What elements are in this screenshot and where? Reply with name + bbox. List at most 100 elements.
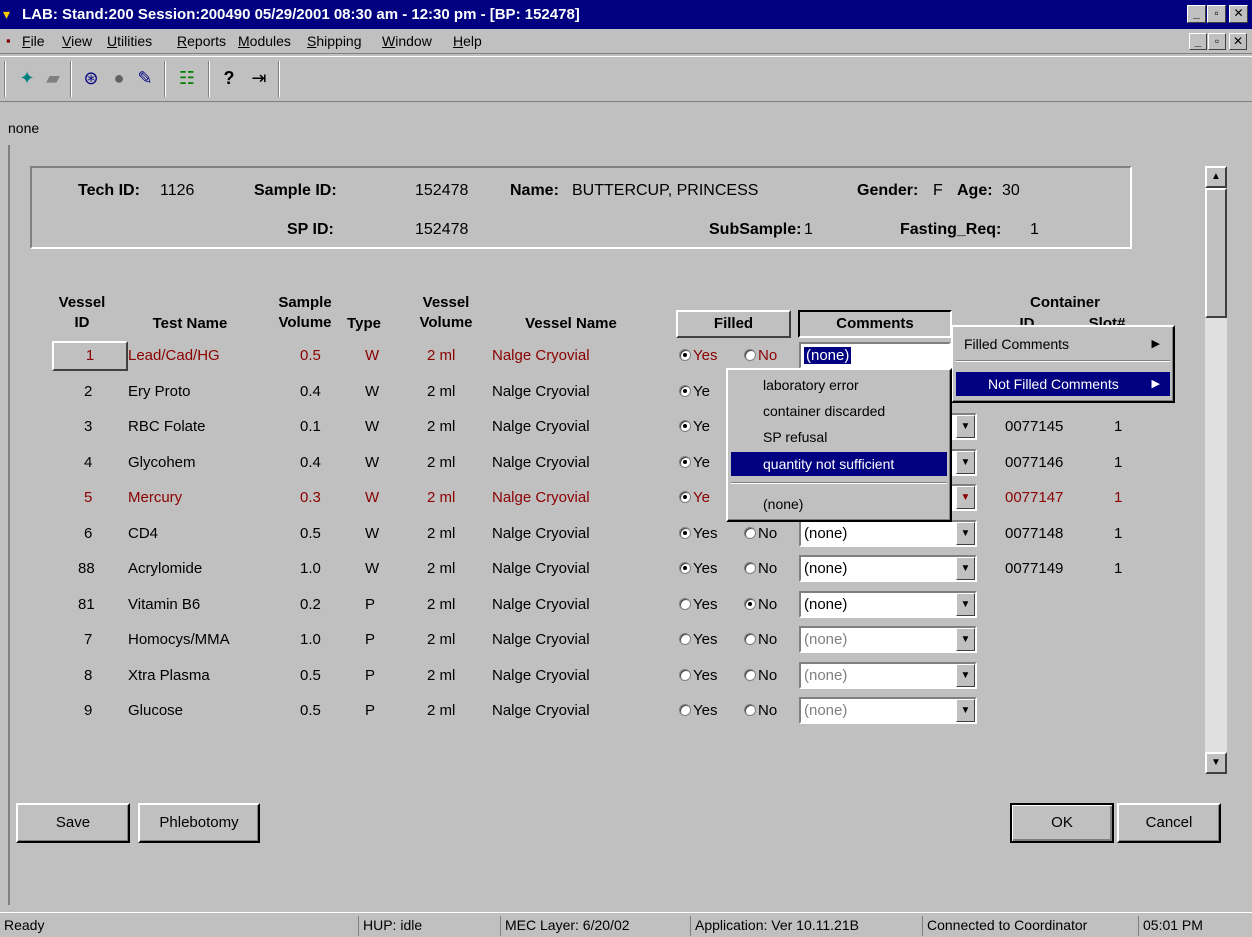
comments-value: (none) — [804, 347, 852, 364]
comments-dropdown[interactable]: (none) ▼ — [799, 590, 977, 618]
no-label: No — [758, 702, 778, 719]
table-row[interactable]: 5 Mercury 0.3 W 2 ml Nalge Cryovial Ye ▼ 0077147… — [50, 481, 1160, 516]
filled-yes-radio[interactable]: Yes — [679, 667, 717, 684]
table-row[interactable]: 81 Vitamin B6 0.2 P 2 ml Nalge Cryovial Yes No (… — [50, 588, 1160, 623]
close-button[interactable]: ✕ — [1229, 5, 1248, 23]
dropdown-arrow-icon[interactable]: ▼ — [956, 699, 975, 722]
filled-no-radio[interactable]: No — [744, 560, 777, 577]
mdi-restore-button[interactable]: ▫ — [1208, 33, 1226, 50]
yes-label: Yes — [693, 347, 718, 364]
mdi-minimize-button[interactable]: _ — [1189, 33, 1207, 50]
comments-dropdown[interactable]: (none) ▼ — [799, 661, 977, 689]
comments-dropdown[interactable]: (none) — [799, 342, 951, 369]
scroll-up-button[interactable]: ▲ — [1205, 166, 1227, 188]
dropdown-arrow-icon[interactable]: ▼ — [956, 628, 975, 651]
filled-yes-radio[interactable]: Ye — [679, 383, 710, 400]
dropdown-arrow-icon[interactable]: ▼ — [956, 521, 975, 545]
container-id: 0077148 — [1005, 524, 1064, 542]
help-icon[interactable]: ? — [216, 65, 242, 91]
table-row[interactable]: 88 Acrylomide 1.0 W 2 ml Nalge Cryovial Yes No (… — [50, 552, 1160, 587]
filled-yes-radio[interactable]: Ye — [679, 454, 710, 471]
table-row[interactable]: 8 Xtra Plasma 0.5 P 2 ml Nalge Cryovial Yes No (… — [50, 659, 1160, 694]
menu-not-filled-comments[interactable]: Not Filled Comments ▶ — [956, 372, 1170, 396]
menu-filled-comments[interactable]: Filled Comments ▶ — [956, 332, 1170, 356]
submenu-item-none[interactable]: (none) — [731, 492, 947, 516]
filled-no-radio[interactable]: No — [744, 667, 777, 684]
filled-no-radio[interactable]: No — [744, 596, 777, 613]
cancel-button[interactable]: Cancel — [1117, 803, 1221, 843]
open-icon[interactable]: ▰ — [40, 65, 66, 91]
filled-yes-radio[interactable]: Yes — [679, 596, 717, 613]
vessel-name: Nalge Cryovial — [492, 418, 590, 435]
menu-modules[interactable]: Modules — [238, 33, 291, 49]
scroll-down-button[interactable]: ▼ — [1205, 752, 1227, 774]
menu-shipping[interactable]: Shipping — [307, 33, 362, 49]
dropdown-arrow-icon[interactable]: ▼ — [956, 557, 975, 580]
comments-dropdown[interactable]: (none) ▼ — [799, 626, 977, 653]
filled-no-radio[interactable]: No — [744, 347, 777, 364]
edit-icon[interactable]: ✎ — [132, 65, 158, 91]
menu-help[interactable]: Help — [453, 33, 482, 49]
table-row[interactable]: 3 RBC Folate 0.1 W 2 ml Nalge Cryovial Ye ▼ 0077… — [50, 410, 1160, 445]
filled-no-radio[interactable]: No — [744, 525, 777, 542]
yes-label: Ye — [693, 453, 710, 471]
filled-yes-radio[interactable]: Yes — [679, 560, 717, 577]
vessel-name: Nalge Cryovial — [492, 595, 590, 613]
vessel-id: 5 — [84, 489, 93, 506]
comments-column-button[interactable]: Comments — [798, 310, 952, 338]
filled-yes-radio[interactable]: Ye — [679, 418, 710, 435]
submenu-item-container-discarded[interactable]: container discarded — [731, 399, 947, 423]
vessel-name: Nalge Cryovial — [492, 702, 590, 719]
app-icon: ▾ — [3, 6, 11, 22]
vessel-name: Nalge Cryovial — [492, 631, 590, 648]
table-row[interactable]: 9 Glucose 0.5 P 2 ml Nalge Cryovial Yes No (none… — [50, 694, 1160, 729]
filled-no-radio[interactable]: No — [744, 631, 777, 648]
comments-dropdown[interactable]: (none) ▼ — [799, 555, 977, 582]
filled-yes-radio[interactable]: Ye — [679, 489, 710, 506]
maximize-button[interactable]: ▫ — [1207, 5, 1226, 23]
radio-indicator — [679, 420, 691, 432]
age-value: 30 — [1002, 182, 1020, 199]
minimize-button[interactable]: _ — [1187, 5, 1206, 23]
record-icon[interactable]: ● — [106, 65, 132, 91]
submenu-item-quantity-not-sufficient[interactable]: quantity not sufficient — [731, 452, 947, 476]
dropdown-arrow-icon[interactable]: ▼ — [956, 486, 975, 509]
table-row[interactable]: 4 Glycohem 0.4 W 2 ml Nalge Cryovial Ye ▼ 007714… — [50, 446, 1160, 481]
comments-dropdown[interactable]: (none) ▼ — [799, 697, 977, 724]
find-icon[interactable]: ⊛ — [78, 65, 104, 91]
comments-dropdown[interactable]: (none) ▼ — [799, 519, 977, 547]
menu-reports[interactable]: Reports — [177, 33, 226, 49]
filled-no-radio[interactable]: No — [744, 702, 777, 719]
filled-yes-radio[interactable]: Yes — [679, 702, 717, 719]
dropdown-arrow-icon[interactable]: ▼ — [956, 663, 975, 687]
dropdown-arrow-icon[interactable]: ▼ — [956, 592, 975, 616]
new-icon[interactable]: ✦ — [14, 65, 40, 91]
menu-file[interactable]: File — [22, 33, 45, 49]
menu-utilities[interactable]: Utilities — [107, 33, 152, 49]
ok-button[interactable]: OK — [1010, 803, 1114, 843]
table-row[interactable]: 6 CD4 0.5 W 2 ml Nalge Cryovial Yes No (none) ▼ 00… — [50, 517, 1160, 552]
scroll-thumb[interactable] — [1205, 188, 1227, 318]
submenu-item-sp-refusal[interactable]: SP refusal — [731, 425, 947, 449]
dropdown-arrow-icon[interactable]: ▼ — [956, 450, 975, 474]
vertical-scrollbar[interactable]: ▲ ▼ — [1205, 166, 1227, 774]
save-button[interactable]: Save — [16, 803, 130, 843]
filled-yes-radio[interactable]: Yes — [679, 525, 717, 542]
container-id: 0077145 — [1005, 418, 1064, 435]
users-icon[interactable]: ☷ — [174, 65, 200, 91]
menu-view[interactable]: View — [62, 33, 92, 49]
phlebotomy-button[interactable]: Phlebotomy — [138, 803, 260, 843]
subsample-value: 1 — [804, 221, 813, 238]
table-row[interactable]: 7 Homocys/MMA 1.0 P 2 ml Nalge Cryovial Yes No (… — [50, 623, 1160, 658]
radio-indicator — [679, 704, 691, 716]
menu-window[interactable]: Window — [382, 33, 432, 49]
filled-yes-radio[interactable]: Yes — [679, 347, 717, 364]
filled-column-button[interactable]: Filled — [676, 310, 791, 338]
submenu-item-laboratory-error[interactable]: laboratory error — [731, 373, 947, 397]
slot-number: 1 — [1114, 418, 1123, 435]
vessel-id-button[interactable]: 1 — [52, 341, 128, 371]
mdi-close-button[interactable]: ✕ — [1229, 33, 1247, 50]
filled-yes-radio[interactable]: Yes — [679, 631, 717, 648]
exit-icon[interactable]: ⇥ — [246, 65, 272, 91]
dropdown-arrow-icon[interactable]: ▼ — [956, 415, 975, 438]
